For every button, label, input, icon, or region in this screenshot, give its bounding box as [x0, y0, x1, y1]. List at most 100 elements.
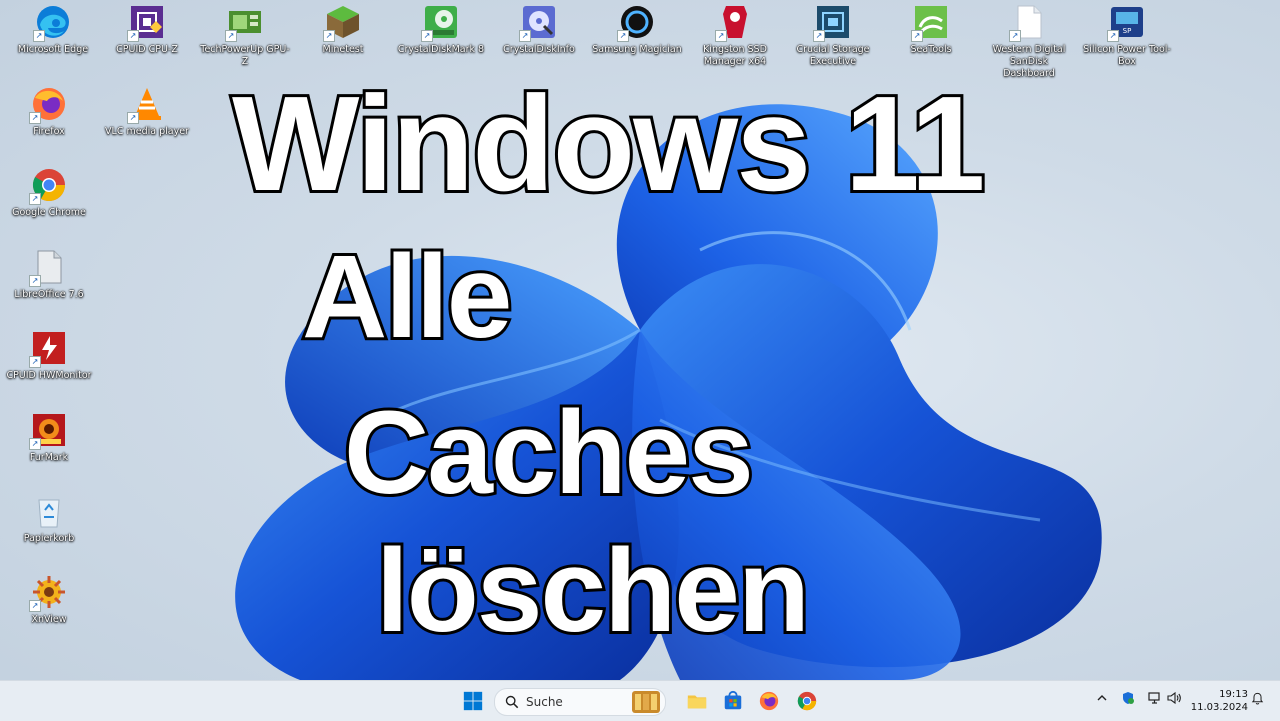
notifications-button[interactable] — [1251, 692, 1264, 708]
shortcut-arrow-icon: ↗ — [421, 30, 433, 42]
bell-icon — [1251, 692, 1264, 705]
recycle-bin-icon — [30, 492, 68, 530]
network-icon — [1148, 692, 1160, 704]
desktop: ↗ Microsoft Edge ↗ CPUID CPU-Z ↗ TechPowerUp … — [0, 0, 1280, 680]
desktop-icon-label: Firefox — [33, 126, 65, 137]
show-hidden-icons-button[interactable] — [1096, 692, 1108, 707]
cpuz-icon: ↗ — [127, 3, 166, 42]
firefox-taskbar-button[interactable] — [757, 689, 781, 713]
desktop-icon-crystaldiskinfo[interactable]: ↗ CrystalDiskInfo — [494, 3, 584, 56]
crystaldiskinfo-icon: ↗ — [519, 3, 558, 42]
desktop-icon-silicon-power[interactable]: SP ↗ Silicon Power Tool-Box — [1082, 3, 1172, 68]
clock-time: 19:13 — [1219, 689, 1248, 700]
desktop-icon-recycle-bin[interactable]: Papierkorb — [4, 492, 94, 545]
shortcut-arrow-icon: ↗ — [617, 30, 629, 42]
desktop-icon-crucial[interactable]: ↗ Crucial Storage Executive — [788, 3, 878, 68]
desktop-icon-gpuz[interactable]: ↗ TechPowerUp GPU-Z — [200, 3, 290, 68]
desktop-icon-cpuz[interactable]: ↗ CPUID CPU-Z — [102, 3, 192, 56]
crystaldiskmark-icon: ↗ — [421, 3, 460, 42]
desktop-icon-kingston[interactable]: ↗ Kingston SSD Manager x64 — [690, 3, 780, 68]
shortcut-arrow-icon: ↗ — [1009, 30, 1021, 42]
shield-icon — [1123, 692, 1134, 704]
taskbar-search-box[interactable]: Suche — [494, 688, 666, 716]
desktop-icon-label: CPUID HWMonitor — [6, 370, 92, 381]
network-tray-button[interactable] — [1148, 691, 1162, 708]
edge-icon: ↗ — [33, 3, 72, 42]
desktop-icon-hwmonitor[interactable]: ↗ CPUID HWMonitor — [4, 329, 94, 382]
hwmonitor-icon: ↗ — [29, 329, 68, 368]
desktop-icon-xnview[interactable]: ↗ XnView — [4, 573, 94, 626]
search-placeholder: Suche — [526, 695, 563, 709]
silicon-power-icon: SP ↗ — [1107, 3, 1146, 42]
xnview-icon: ↗ — [29, 573, 68, 612]
desktop-icon-crystaldiskmark[interactable]: ↗ CrystalDiskMark 8 — [396, 3, 486, 56]
gpuz-icon: ↗ — [225, 3, 264, 42]
shortcut-arrow-icon: ↗ — [29, 275, 41, 287]
desktop-icon-edge[interactable]: ↗ Microsoft Edge — [8, 3, 98, 56]
desktop-icon-label: SeaTools — [910, 44, 952, 55]
shortcut-arrow-icon: ↗ — [323, 30, 335, 42]
overlay-title-line4: löschen — [373, 525, 813, 657]
shortcut-arrow-icon: ↗ — [225, 30, 237, 42]
desktop-icon-firefox[interactable]: ↗ Firefox — [4, 85, 94, 138]
desktop-icon-label: Western Digital SanDisk Dashboard — [992, 44, 1066, 79]
shortcut-arrow-icon: ↗ — [813, 30, 825, 42]
folder-icon — [687, 695, 707, 709]
samsung-magician-icon: ↗ — [617, 3, 656, 42]
desktop-icon-document[interactable]: ↗ Western Digital SanDisk Dashboard — [984, 3, 1074, 80]
shortcut-arrow-icon: ↗ — [911, 30, 923, 42]
shortcut-arrow-icon: ↗ — [1107, 30, 1119, 42]
volume-tray-button[interactable] — [1167, 691, 1181, 708]
svg-text:SP: SP — [1123, 27, 1132, 35]
desktop-icon-vlc[interactable]: ↗ VLC media player — [102, 85, 192, 138]
desktop-icon-chrome[interactable]: ↗ Google Chrome — [4, 166, 94, 219]
crucial-icon: ↗ — [813, 3, 852, 42]
desktop-icon-minetest[interactable]: ↗ Minetest — [298, 3, 388, 56]
desktop-icon-label: CPUID CPU-Z — [116, 44, 178, 55]
desktop-icon-label: Silicon Power Tool-Box — [1083, 44, 1171, 67]
desktop-icon-label: Papierkorb — [23, 533, 75, 544]
shortcut-arrow-icon: ↗ — [127, 30, 139, 42]
document-icon: ↗ — [1009, 3, 1048, 42]
desktop-icon-label: Microsoft Edge — [17, 44, 89, 55]
desktop-icon-label: Kingston SSD Manager x64 — [703, 44, 767, 67]
desktop-icon-label: Google Chrome — [12, 207, 86, 218]
shortcut-arrow-icon: ↗ — [519, 30, 531, 42]
desktop-icon-label: LibreOffice 7.6 — [14, 289, 84, 300]
shortcut-arrow-icon: ↗ — [29, 112, 41, 124]
furmark-icon: ↗ — [29, 411, 68, 450]
seatools-icon: ↗ — [911, 3, 950, 42]
start-button[interactable] — [461, 689, 485, 713]
shortcut-arrow-icon: ↗ — [29, 438, 41, 450]
search-highlight-icon — [632, 691, 660, 713]
desktop-icon-seatools[interactable]: ↗ SeaTools — [886, 3, 976, 56]
microsoft-store-taskbar-button[interactable] — [721, 689, 745, 713]
chevron-up-icon — [1097, 695, 1107, 701]
search-icon — [505, 695, 519, 709]
desktop-icon-label: VLC media player — [105, 126, 189, 137]
desktop-icon-samsung-magician[interactable]: ↗ Samsung Magician — [592, 3, 682, 56]
chrome-icon: ↗ — [29, 166, 68, 205]
shortcut-arrow-icon: ↗ — [715, 30, 727, 42]
system-clock[interactable]: 19:13 11.03.2024 — [1188, 688, 1248, 714]
shortcut-arrow-icon: ↗ — [127, 112, 139, 124]
chrome-taskbar-button[interactable] — [795, 689, 819, 713]
desktop-icon-label: Crucial Storage Executive — [796, 44, 870, 67]
libreoffice-icon: ↗ — [29, 248, 68, 287]
overlay-title-line2: Alle — [299, 231, 515, 363]
shortcut-arrow-icon: ↗ — [29, 193, 41, 205]
file-explorer-taskbar-button[interactable] — [685, 689, 709, 713]
overlay-title-line3: Caches — [341, 387, 757, 519]
clock-date: 11.03.2024 — [1190, 702, 1248, 713]
volume-icon — [1167, 691, 1181, 705]
desktop-icon-libreoffice[interactable]: ↗ LibreOffice 7.6 — [4, 248, 94, 301]
chrome-icon — [797, 691, 817, 711]
windows-logo-icon — [463, 691, 483, 711]
desktop-icon-label: CrystalDiskMark 8 — [397, 44, 485, 55]
kingston-icon: ↗ — [715, 3, 754, 42]
desktop-icon-furmark[interactable]: ↗ FurMark — [4, 411, 94, 464]
desktop-icon-label: XnView — [31, 614, 67, 625]
minetest-icon: ↗ — [323, 3, 362, 42]
defender-tray-button[interactable] — [1121, 691, 1135, 708]
taskbar: Suche 19:13 11.03.2024 — [0, 680, 1280, 721]
